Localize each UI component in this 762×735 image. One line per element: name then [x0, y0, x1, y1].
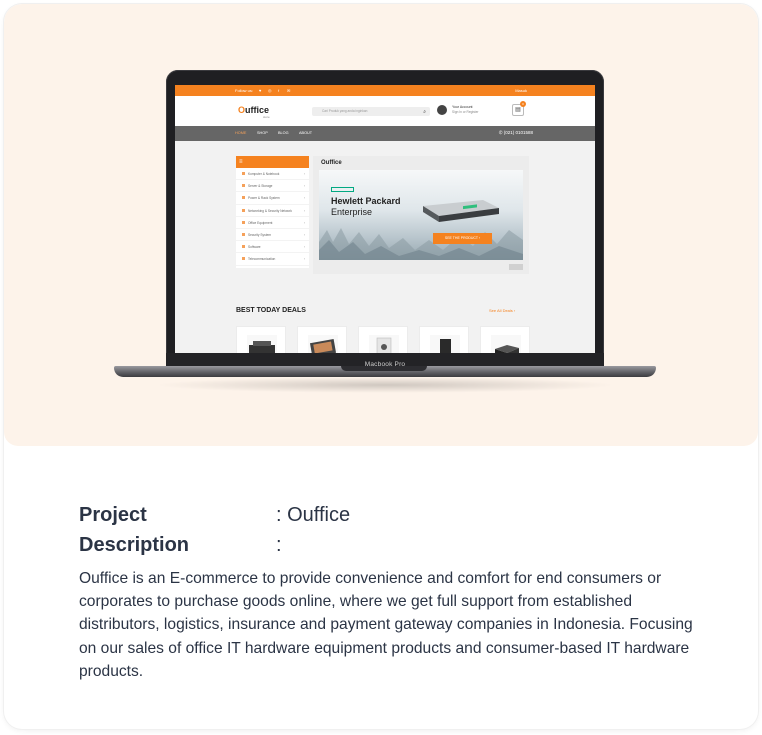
account-icon[interactable] [437, 105, 447, 115]
product-card[interactable] [297, 326, 347, 354]
laptop-notch [341, 366, 427, 371]
description-colon: : [276, 534, 282, 556]
project-description: Ouffice is an E-commerce to provide conv… [79, 570, 693, 680]
description-label: Description [79, 534, 190, 556]
product-image [430, 335, 460, 354]
menu-icon[interactable]: ≡ [236, 156, 309, 168]
category-item[interactable]: Power & Rack System › [236, 192, 309, 205]
site-nav: HOME SHOP BLOG ABOUT ✆ (021) 0101588 [175, 126, 595, 141]
carousel-controls[interactable] [509, 264, 523, 270]
mail-icon[interactable]: ✉ [287, 88, 290, 93]
search-icon[interactable]: ⌕ [423, 108, 426, 117]
cart-count-badge: 0 [520, 101, 526, 107]
category-item[interactable]: Telecommunication › [236, 253, 309, 266]
project-value: : Ouffice [276, 504, 351, 526]
banner-logo: Ouffice [321, 160, 342, 166]
forest-illustration [319, 228, 523, 260]
product-image [491, 335, 521, 354]
project-label: Project [79, 504, 147, 526]
site-logo[interactable]: Ouffice [238, 105, 269, 115]
nav-home[interactable]: HOME [235, 131, 246, 135]
laptop-lid: Follow us: ♥ ◎ f ✉ Masuk Ouffice store C… [166, 70, 604, 368]
product-card[interactable] [480, 326, 530, 354]
product-image [369, 335, 399, 354]
product-image [247, 335, 277, 354]
nav-about[interactable]: ABOUT [299, 131, 312, 135]
project-card: Follow us: ♥ ◎ f ✉ Masuk Ouffice store C… [4, 4, 758, 729]
deals-title: BEST TODAY DEALS [236, 307, 306, 314]
category-item[interactable]: Server & Storage › [236, 180, 309, 193]
product-card[interactable] [419, 326, 469, 354]
product-image [308, 335, 338, 354]
nav-blog[interactable]: BLOG [278, 131, 289, 135]
instagram-icon[interactable]: ◎ [268, 88, 272, 93]
site-logo-sub: store [263, 115, 270, 119]
account-title[interactable]: Your Account [452, 105, 473, 109]
laptop-screen: Follow us: ♥ ◎ f ✉ Masuk Ouffice store C… [175, 85, 595, 354]
heart-icon[interactable]: ♥ [259, 88, 261, 93]
category-item[interactable]: Networking & Security Network › [236, 205, 309, 217]
hero-banner: Ouffice Hewlett Packard Enterprise SEE T… [313, 156, 529, 274]
hpe-logo-bar [331, 187, 354, 192]
hero-mockup-area: Follow us: ♥ ◎ f ✉ Masuk Ouffice store C… [4, 4, 758, 446]
product-card[interactable] [236, 326, 286, 354]
site-topbar: Follow us: ♥ ◎ f ✉ Masuk [175, 85, 595, 96]
see-all-deals-link[interactable]: See All Deals › [489, 308, 515, 313]
follow-us-text: Follow us: [235, 88, 254, 93]
banner-brand-line2: Enterprise [331, 207, 373, 217]
category-item[interactable]: Office Equipment › [236, 217, 309, 229]
category-item[interactable]: Komputer & Notebook › [236, 168, 309, 181]
category-item[interactable]: Security System › [236, 229, 309, 242]
category-item[interactable]: Software › [236, 241, 309, 254]
account-sub[interactable]: Sign In or Register [452, 110, 478, 114]
facebook-icon[interactable]: f [278, 88, 279, 93]
see-product-button[interactable]: SEE THE PRODUCT › [433, 233, 492, 244]
product-card[interactable] [358, 326, 408, 354]
banner-brand-line1: Hewlett Packard [331, 196, 401, 206]
login-link[interactable]: Masuk [515, 88, 527, 93]
phone-number: ✆ (021) 0101588 [498, 130, 533, 135]
server-image [423, 200, 499, 222]
nav-shop[interactable]: SHOP [257, 131, 268, 135]
laptop-shadow [154, 377, 616, 393]
search-placeholder: Cari Produk yang anda inginkan [322, 109, 368, 113]
category-menu: ≡ Komputer & Notebook › Server & Storage ›… [236, 156, 309, 268]
site-header: Ouffice store Cari Produk yang anda ingi… [175, 96, 595, 126]
search-input[interactable]: Cari Produk yang anda inginkan ⌕ [312, 107, 430, 116]
